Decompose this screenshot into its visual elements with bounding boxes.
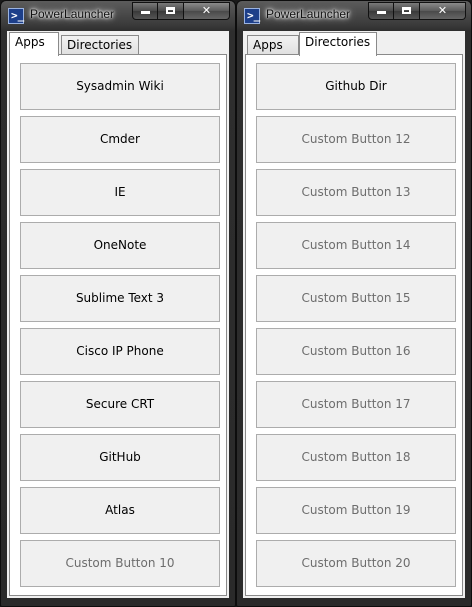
close-button[interactable]: ✕ bbox=[184, 2, 230, 20]
maximize-button[interactable] bbox=[394, 2, 420, 20]
launcher-button[interactable]: IE bbox=[20, 169, 220, 216]
launcher-button[interactable]: Secure CRT bbox=[20, 381, 220, 428]
tab-panel-apps: Sysadmin Wiki Cmder IE OneNote Sublime Text … bbox=[9, 54, 227, 596]
launcher-button[interactable]: Custom Button 20 bbox=[256, 540, 456, 587]
minimize-button[interactable] bbox=[132, 2, 158, 20]
maximize-icon bbox=[166, 7, 175, 14]
launcher-button[interactable]: Custom Button 12 bbox=[256, 116, 456, 163]
close-icon: ✕ bbox=[437, 4, 448, 17]
window-title: PowerLauncher bbox=[266, 7, 351, 21]
minimize-icon bbox=[376, 11, 386, 14]
tab-directories[interactable]: Directories bbox=[61, 35, 139, 54]
window-client-area: Apps Directories Sysadmin Wiki Cmder IE One… bbox=[7, 31, 229, 598]
launcher-button[interactable]: Sublime Text 3 bbox=[20, 275, 220, 322]
powerlauncher-window-directories: >_ PowerLauncher ✕ Apps Directories Gith… bbox=[236, 0, 472, 607]
launcher-button[interactable]: Custom Button 19 bbox=[256, 487, 456, 534]
close-icon: ✕ bbox=[201, 4, 212, 17]
launcher-button[interactable]: Cmder bbox=[20, 116, 220, 163]
window-client-area: Apps Directories Github Dir Custom Button… bbox=[243, 31, 465, 598]
tab-directories[interactable]: Directories bbox=[299, 32, 377, 56]
maximize-icon bbox=[402, 7, 411, 14]
tab-strip: Apps Directories bbox=[243, 31, 465, 56]
launcher-button[interactable]: Github Dir bbox=[256, 63, 456, 110]
launcher-button[interactable]: Cisco IP Phone bbox=[20, 328, 220, 375]
tab-strip: Apps Directories bbox=[7, 31, 229, 56]
launcher-button[interactable]: Custom Button 13 bbox=[256, 169, 456, 216]
launcher-button[interactable]: Atlas bbox=[20, 487, 220, 534]
tab-apps[interactable]: Apps bbox=[247, 35, 299, 54]
tab-panel-directories: Github Dir Custom Button 12 Custom Button … bbox=[245, 54, 463, 596]
launcher-button[interactable]: Custom Button 10 bbox=[20, 540, 220, 587]
launcher-button[interactable]: Custom Button 17 bbox=[256, 381, 456, 428]
powershell-icon[interactable]: >_ bbox=[244, 8, 260, 24]
powerlauncher-window-apps: >_ PowerLauncher ✕ Apps Directories Sysa… bbox=[0, 0, 236, 607]
launcher-button[interactable]: Custom Button 18 bbox=[256, 434, 456, 481]
minimize-button[interactable] bbox=[368, 2, 394, 20]
window-title: PowerLauncher bbox=[30, 7, 115, 21]
minimize-icon bbox=[140, 11, 150, 14]
launcher-button[interactable]: Sysadmin Wiki bbox=[20, 63, 220, 110]
launcher-button[interactable]: GitHub bbox=[20, 434, 220, 481]
launcher-button[interactable]: Custom Button 16 bbox=[256, 328, 456, 375]
tab-apps[interactable]: Apps bbox=[9, 32, 59, 56]
title-bar[interactable]: >_ PowerLauncher ✕ bbox=[1, 1, 235, 31]
close-button[interactable]: ✕ bbox=[420, 2, 466, 20]
title-bar[interactable]: >_ PowerLauncher ✕ bbox=[237, 1, 471, 31]
maximize-button[interactable] bbox=[158, 2, 184, 20]
launcher-button[interactable]: Custom Button 14 bbox=[256, 222, 456, 269]
launcher-button[interactable]: OneNote bbox=[20, 222, 220, 269]
powershell-icon[interactable]: >_ bbox=[8, 8, 24, 24]
launcher-button[interactable]: Custom Button 15 bbox=[256, 275, 456, 322]
